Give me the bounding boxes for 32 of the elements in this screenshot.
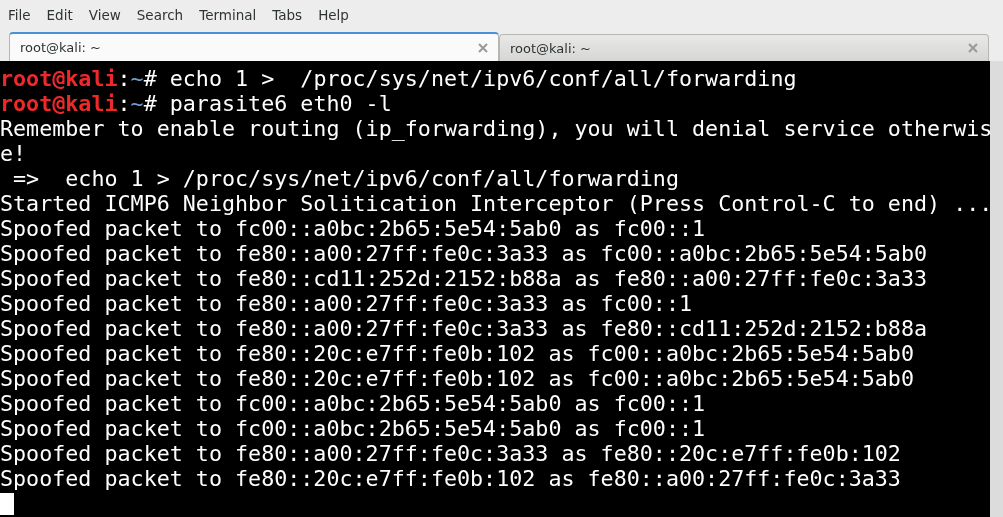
- terminal-line: Spoofed packet to fe80::20c:e7ff:fe0b:102 as fe80::a00:27ff:fe0c:3a33: [0, 466, 901, 491]
- terminal-line: root@kali:~# echo 1 > /proc/sys/net/ipv6/conf/all/forwarding: [0, 66, 797, 91]
- terminal-line: Spoofed packet to fe80::a00:27ff:fe0c:3a33 as fe80::cd11:252d:2152:b88a: [0, 316, 928, 341]
- menu-item[interactable]: View: [80, 7, 129, 23]
- terminal-line: Spoofed packet to fc00::a0bc:2b65:5e54:5ab0 as fc00::1: [0, 391, 706, 416]
- tab[interactable]: root@kali: ~: [499, 34, 989, 61]
- terminal-line: root@kali:~# parasite6 eth0 -l: [0, 91, 392, 116]
- menu-item[interactable]: Search: [128, 7, 192, 23]
- terminal-line: Spoofed packet to fe80::20c:e7ff:fe0b:102 as fc00::a0bc:2b65:5e54:5ab0: [0, 341, 914, 366]
- terminal-line: Spoofed packet to fe80::a00:27ff:fe0c:3a33 as fc00::1: [0, 291, 693, 316]
- terminal-line: Spoofed packet to fc00::a0bc:2b65:5e54:5ab0 as fc00::1: [0, 216, 706, 241]
- scrollbar[interactable]: [990, 61, 1003, 517]
- terminal-line: => echo 1 > /proc/sys/net/ipv6/conf/all/forwarding: [12, 166, 679, 191]
- terminal-line: Spoofed packet to fe80::a00:27ff:fe0c:3a33 as fc00::a0bc:2b65:5e54:5ab0: [0, 241, 928, 266]
- menu-item[interactable]: Terminal: [191, 7, 265, 23]
- menu-item[interactable]: Help: [310, 7, 357, 23]
- tab[interactable]: root@kali: ~: [9, 32, 499, 61]
- tab-title: root@kali: ~: [510, 40, 591, 56]
- terminal-line: Spoofed packet to fc00::a0bc:2b65:5e54:5ab0 as fc00::1: [0, 416, 706, 441]
- text-cursor: [0, 493, 14, 515]
- close-icon[interactable]: [968, 43, 978, 53]
- menu-item[interactable]: Tabs: [264, 7, 311, 23]
- menu-item[interactable]: Edit: [38, 7, 81, 23]
- terminal-line: Spoofed packet to fe80::cd11:252d:2152:b88a as fe80::a00:27ff:fe0c:3a33: [0, 266, 928, 291]
- close-icon[interactable]: [478, 42, 488, 53]
- tab-title: root@kali: ~: [20, 40, 101, 55]
- menu-item[interactable]: File: [0, 7, 39, 23]
- terminal-line: Started ICMP6 Neighbor Solitication Interceptor (Press Control-C to end) ...: [0, 191, 990, 216]
- terminal-line: e!: [0, 141, 27, 166]
- terminal-line: Spoofed packet to fe80::20c:e7ff:fe0b:102 as fc00::a0bc:2b65:5e54:5ab0: [0, 366, 914, 391]
- terminal-line: Spoofed packet to fe80::a00:27ff:fe0c:3a33 as fe80::20c:e7ff:fe0b:102: [0, 441, 901, 466]
- terminal-line: Remember to enable routing (ip_forwarding), you will denial service otherwis: [0, 116, 990, 141]
